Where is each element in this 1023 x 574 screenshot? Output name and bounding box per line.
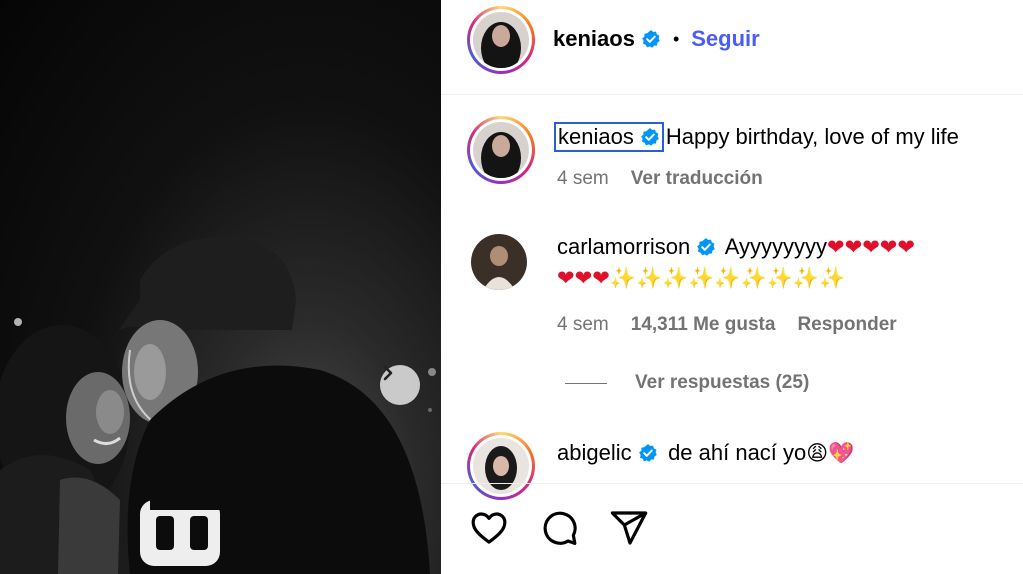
avatar-image bbox=[473, 122, 529, 178]
verified-badge-icon bbox=[638, 444, 657, 462]
comment-button[interactable] bbox=[539, 508, 579, 548]
caption-author-avatar[interactable] bbox=[467, 116, 535, 184]
caption-username[interactable]: keniaos bbox=[558, 124, 634, 150]
reply-button[interactable]: Responder bbox=[797, 314, 896, 336]
comment-username[interactable]: carlamorrison bbox=[557, 234, 690, 259]
caption-text: Happy birthday, love of my life bbox=[665, 124, 959, 149]
comment-body: carlamorrison Ayyyyyyyy❤❤❤❤❤ bbox=[557, 234, 1023, 260]
header-line: keniaos • Seguir bbox=[553, 26, 760, 52]
hearts-line-1: ❤❤❤❤❤ bbox=[827, 235, 915, 259]
comment-continuation: ❤❤❤✨✨✨✨✨✨✨✨✨ bbox=[557, 266, 845, 291]
verified-badge-icon bbox=[697, 238, 716, 256]
caption-line: keniaos Happy birthday, love of my life bbox=[554, 122, 959, 152]
separator-dot: • bbox=[672, 28, 680, 49]
like-button[interactable] bbox=[469, 508, 509, 548]
view-replies-label: Ver respuestas (25) bbox=[635, 372, 810, 393]
author-avatar[interactable] bbox=[467, 6, 535, 74]
author-username[interactable]: keniaos bbox=[553, 26, 635, 52]
next-photo-button[interactable] bbox=[380, 365, 420, 405]
avatar-image bbox=[471, 234, 527, 290]
photo-illustration bbox=[0, 236, 436, 574]
comment-avatar[interactable] bbox=[471, 234, 527, 290]
follow-button[interactable]: Seguir bbox=[691, 26, 759, 52]
heart-icon bbox=[471, 512, 507, 544]
hearts-line-2: ❤❤❤ bbox=[557, 266, 610, 290]
sparkles: ✨✨✨✨✨✨✨✨✨ bbox=[609, 266, 846, 290]
action-bar bbox=[441, 483, 1023, 574]
comment-icon bbox=[543, 511, 577, 545]
comment-emojis: 😩💖 bbox=[806, 441, 855, 465]
caption-username-link[interactable]: keniaos bbox=[554, 122, 664, 152]
post-header: keniaos • Seguir bbox=[441, 0, 1023, 95]
post-photo bbox=[0, 0, 441, 574]
chevron-right-icon bbox=[383, 365, 393, 381]
comment-username[interactable]: abigelic bbox=[557, 440, 632, 465]
comment-meta: 4 sem 14,311 Me gusta Responder bbox=[557, 314, 897, 336]
view-replies-button[interactable]: Ver respuestas (25) bbox=[565, 372, 809, 394]
share-button[interactable] bbox=[609, 508, 649, 548]
post-side-panel: keniaos • Seguir keniaos Happy birthday,… bbox=[441, 0, 1023, 574]
comment-text: de ahí nací yo bbox=[668, 440, 807, 465]
comment-likes[interactable]: 14,311 Me gusta bbox=[631, 314, 776, 336]
verified-badge-icon bbox=[642, 30, 660, 48]
comment-time: 4 sem bbox=[557, 314, 609, 335]
share-icon bbox=[610, 511, 648, 545]
translate-link[interactable]: Ver traducción bbox=[631, 168, 763, 190]
replies-divider bbox=[565, 382, 607, 384]
caption-time: 4 sem bbox=[557, 168, 609, 189]
comment-text: Ayyyyyyyy bbox=[724, 234, 827, 259]
avatar-image bbox=[473, 12, 529, 68]
caption-meta: 4 sem Ver traducción bbox=[557, 168, 763, 190]
verified-badge-icon bbox=[641, 128, 659, 146]
comment-body-2: abigelic de ahí nací yo😩💖 bbox=[557, 440, 854, 466]
